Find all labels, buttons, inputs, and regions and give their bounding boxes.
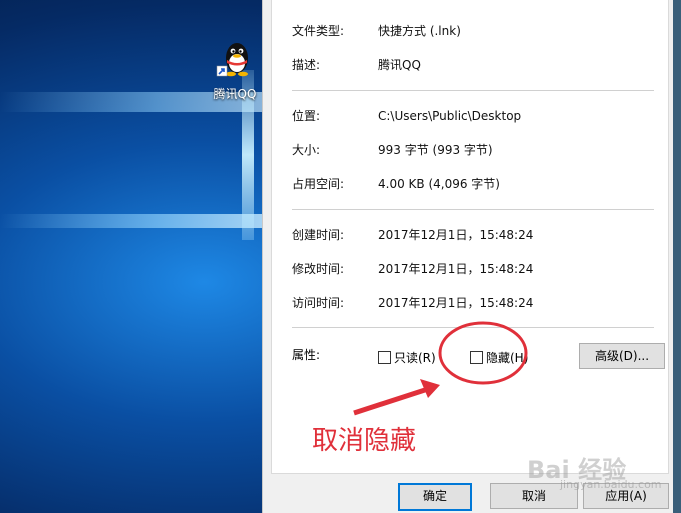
watermark-url: jingyan.baidu.com bbox=[560, 478, 662, 491]
annotation-text: 取消隐藏 bbox=[312, 426, 417, 456]
annotation-arrow bbox=[353, 386, 429, 416]
highlight-circle bbox=[438, 321, 528, 385]
